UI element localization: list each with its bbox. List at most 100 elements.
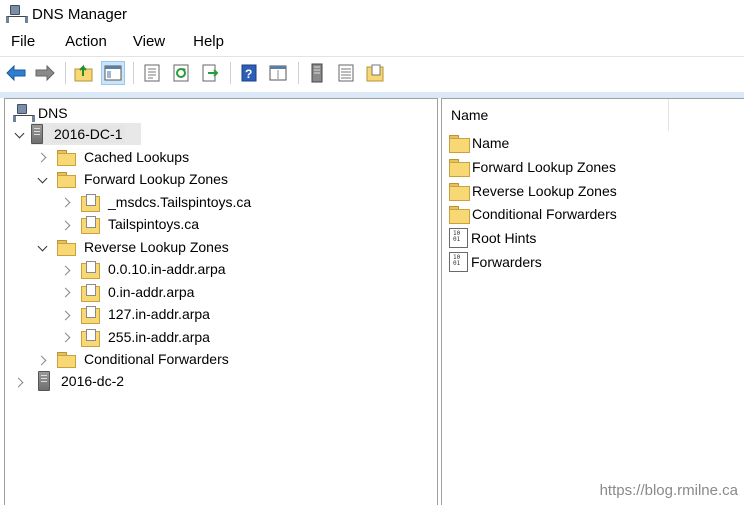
- up-folder-icon: [74, 64, 93, 82]
- help-button[interactable]: ?: [237, 61, 261, 85]
- show-hide-tree-icon: [104, 65, 122, 81]
- forward-button[interactable]: [33, 61, 57, 85]
- tree-server-label: 2016-dc-2: [61, 373, 125, 389]
- forward-arrow-icon: [35, 65, 55, 81]
- zone-icon: [81, 305, 100, 324]
- tree-zone-label: 255.in-addr.arpa: [108, 329, 210, 345]
- tree-zone-label: Tailspintoys.ca: [108, 216, 200, 232]
- folder-icon: [449, 134, 470, 153]
- list-icon: [338, 64, 354, 82]
- tree-item-conditional-forwarders[interactable]: Conditional Forwarders: [57, 348, 232, 370]
- menu-file[interactable]: File: [5, 33, 41, 50]
- tree-item-label: Forward Lookup Zones: [84, 171, 228, 187]
- list-item[interactable]: 10 01 Root Hints: [449, 227, 536, 249]
- watermark: https://blog.rmilne.ca: [599, 482, 738, 499]
- menu-bar: File Action View Help: [0, 30, 744, 52]
- tree-item-label: Cached Lookups: [84, 149, 190, 165]
- toolbar-separator: [298, 62, 299, 84]
- tree-server-2016-dc-2[interactable]: 2016-dc-2: [38, 370, 127, 392]
- server-icon: [31, 124, 43, 144]
- title-bar: DNS Manager: [0, 0, 744, 28]
- folder-icon: [57, 171, 76, 188]
- folder-icon: [57, 149, 76, 166]
- list-item[interactable]: 10 01 Forwarders: [449, 251, 542, 273]
- zone-icon: [81, 193, 100, 212]
- folder-icon: [57, 351, 76, 368]
- dns-icon: [13, 104, 35, 122]
- tree-zone-label: 0.0.10.in-addr.arpa: [108, 261, 226, 277]
- server-icon: [38, 371, 50, 391]
- server-icon: [311, 63, 323, 83]
- chevron-right-icon[interactable]: [13, 377, 23, 387]
- folder-icon: [57, 239, 76, 256]
- toolbar-separator: [65, 62, 66, 84]
- zone-icon: [81, 328, 100, 347]
- list-item[interactable]: Forward Lookup Zones: [449, 156, 616, 178]
- list-item-label: Root Hints: [471, 230, 537, 246]
- chevron-right-icon[interactable]: [60, 287, 70, 297]
- chevron-right-icon[interactable]: [60, 197, 70, 207]
- menu-action[interactable]: Action: [59, 33, 113, 50]
- menu-help[interactable]: Help: [187, 33, 230, 50]
- tree-zone-255[interactable]: 255.in-addr.arpa: [81, 326, 213, 348]
- toolbar: ?: [0, 56, 744, 89]
- chevron-right-icon[interactable]: [36, 152, 46, 162]
- list-item-label: Conditional Forwarders: [472, 206, 617, 222]
- console-view-icon: [269, 65, 287, 81]
- tree-zone-msdcs[interactable]: _msdcs.Tailspintoys.ca: [81, 191, 254, 213]
- record-icon: 10 01: [449, 228, 468, 248]
- list-item-label: Forward Lookup Zones: [472, 159, 616, 175]
- column-header-name[interactable]: Name: [442, 99, 669, 131]
- list-item-label: Forwarders: [471, 254, 542, 270]
- list-item-label: Name: [472, 135, 510, 151]
- tree-zone-0[interactable]: 0.in-addr.arpa: [81, 281, 197, 303]
- console-view-button[interactable]: [266, 61, 290, 85]
- tree-item-label: Conditional Forwarders: [84, 351, 229, 367]
- tree-item-forward-lookup-zones[interactable]: Forward Lookup Zones: [57, 168, 231, 190]
- tree-root-label: DNS: [38, 105, 68, 121]
- back-button[interactable]: [4, 61, 28, 85]
- chevron-down-icon[interactable]: [38, 243, 48, 253]
- zone-icon: [81, 215, 100, 234]
- console-tree-pane[interactable]: DNS 2016-DC-1 Cached Lookups Forward Loo…: [4, 98, 438, 505]
- chevron-right-icon[interactable]: [60, 265, 70, 275]
- list-item[interactable]: Conditional Forwarders: [449, 203, 617, 225]
- chevron-down-icon[interactable]: [38, 175, 48, 185]
- tree-root-dns[interactable]: DNS: [13, 102, 71, 124]
- show-hide-console-tree-button[interactable]: [101, 61, 125, 85]
- chevron-right-icon[interactable]: [36, 355, 46, 365]
- chevron-right-icon[interactable]: [60, 220, 70, 230]
- export-list-icon: [202, 64, 219, 82]
- properties-icon: [144, 64, 160, 82]
- refresh-button[interactable]: [169, 61, 193, 85]
- refresh-icon: [173, 64, 189, 82]
- tree-item-cached-lookups[interactable]: Cached Lookups: [57, 146, 192, 168]
- tree-item-reverse-lookup-zones[interactable]: Reverse Lookup Zones: [57, 236, 232, 258]
- toolbar-separator: [133, 62, 134, 84]
- list-item[interactable]: Name: [449, 132, 509, 154]
- tree-zone-0-0-10[interactable]: 0.0.10.in-addr.arpa: [81, 258, 229, 280]
- folder-icon: [449, 205, 470, 224]
- new-zone-button[interactable]: [363, 61, 387, 85]
- tree-zone-tailspintoys[interactable]: Tailspintoys.ca: [81, 213, 202, 235]
- tree-server-label: 2016-DC-1: [51, 125, 126, 143]
- chevron-right-icon[interactable]: [60, 332, 70, 342]
- list-item-label: Reverse Lookup Zones: [472, 183, 617, 199]
- server-button[interactable]: [305, 61, 329, 85]
- menu-view[interactable]: View: [127, 33, 171, 50]
- chevron-down-icon[interactable]: [15, 130, 25, 140]
- chevron-right-icon[interactable]: [60, 310, 70, 320]
- tree-item-label: Reverse Lookup Zones: [84, 239, 229, 255]
- help-icon: ?: [241, 64, 257, 82]
- list-item[interactable]: Reverse Lookup Zones: [449, 180, 617, 202]
- tree-server-2016-dc-1[interactable]: 2016-DC-1: [31, 123, 141, 145]
- tree-zone-127[interactable]: 127.in-addr.arpa: [81, 303, 213, 325]
- export-list-button[interactable]: [198, 61, 222, 85]
- list-button[interactable]: [334, 61, 358, 85]
- results-pane[interactable]: Name Name Forward Lookup Zones Reverse L…: [441, 98, 744, 505]
- zone-icon: [81, 260, 100, 279]
- properties-button[interactable]: [140, 61, 164, 85]
- zone-icon: [81, 283, 100, 302]
- up-one-level-button[interactable]: [72, 61, 96, 85]
- folder-icon: [449, 182, 470, 201]
